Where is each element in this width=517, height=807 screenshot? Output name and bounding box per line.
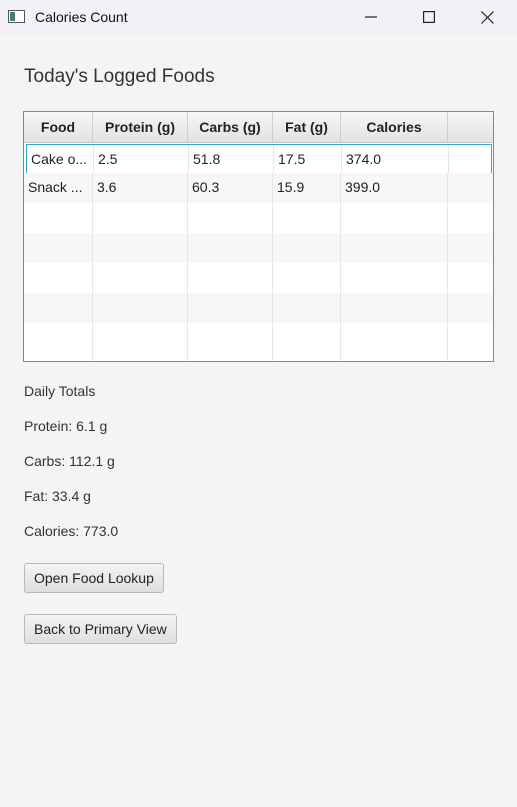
title-bar: Calories Count [0, 0, 517, 36]
empty-cell [341, 323, 448, 361]
window-title: Calories Count [35, 9, 128, 25]
empty-cell [341, 293, 448, 323]
app-icon [8, 10, 25, 23]
cell-carbs: 60.3 [188, 173, 273, 203]
cell-food: Cake o... [27, 145, 94, 173]
table-row[interactable]: Cake o... 2.5 51.8 17.5 374.0 [26, 144, 492, 174]
minimize-button[interactable] [348, 0, 394, 34]
daily-totals-title: Daily Totals [24, 383, 96, 399]
empty-table-row [24, 263, 493, 293]
page-title: Today's Logged Foods [24, 66, 215, 87]
cell-carbs: 51.8 [189, 145, 274, 173]
empty-cell [93, 293, 188, 323]
close-button[interactable] [464, 0, 510, 34]
empty-cell [93, 203, 188, 233]
empty-cell [24, 233, 93, 263]
foods-table[interactable]: Food Protein (g) Carbs (g) Fat (g) Calor… [23, 111, 494, 362]
empty-cell [273, 263, 341, 293]
empty-cell [188, 293, 273, 323]
empty-cell [24, 263, 93, 293]
empty-cell [273, 323, 341, 361]
empty-cell [188, 203, 273, 233]
protein-total: Protein: 6.1 g [24, 418, 108, 434]
column-header-protein[interactable]: Protein (g) [93, 112, 188, 142]
open-food-lookup-button[interactable]: Open Food Lookup [24, 563, 164, 593]
empty-cell [93, 263, 188, 293]
table-header: Food Protein (g) Carbs (g) Fat (g) Calor… [24, 112, 493, 143]
column-header-calories[interactable]: Calories [341, 112, 448, 142]
empty-cell [93, 323, 188, 361]
column-header-food[interactable]: Food [24, 112, 93, 142]
cell-fat: 15.9 [273, 173, 341, 203]
empty-cell [24, 323, 93, 361]
column-header-carbs[interactable]: Carbs (g) [188, 112, 273, 142]
empty-table-row [24, 233, 493, 263]
maximize-icon [423, 11, 435, 23]
empty-table-row [24, 323, 493, 361]
empty-table-row [24, 203, 493, 233]
empty-cell [341, 263, 448, 293]
empty-cell [24, 203, 93, 233]
column-header-filler [448, 112, 493, 142]
cell-calories: 399.0 [341, 173, 448, 203]
empty-cell [188, 233, 273, 263]
empty-cell [341, 233, 448, 263]
cell-filler [449, 145, 493, 173]
cell-calories: 374.0 [342, 145, 449, 173]
empty-cell [93, 233, 188, 263]
empty-cell [273, 293, 341, 323]
empty-cell [24, 293, 93, 323]
cell-filler [448, 173, 493, 203]
cell-protein: 2.5 [94, 145, 189, 173]
table-row[interactable]: Snack ... 3.6 60.3 15.9 399.0 [24, 173, 493, 203]
fat-total: Fat: 33.4 g [24, 488, 91, 504]
maximize-button[interactable] [406, 0, 452, 34]
back-to-primary-view-button[interactable]: Back to Primary View [24, 614, 177, 644]
minimize-icon [365, 16, 377, 18]
empty-table-row [24, 293, 493, 323]
cell-fat: 17.5 [274, 145, 342, 173]
column-header-fat[interactable]: Fat (g) [273, 112, 341, 142]
empty-cell [341, 203, 448, 233]
close-icon [480, 10, 494, 24]
carbs-total: Carbs: 112.1 g [24, 453, 115, 469]
empty-cell [273, 233, 341, 263]
calories-total: Calories: 773.0 [24, 523, 119, 539]
empty-cell [188, 263, 273, 293]
empty-cell [273, 203, 341, 233]
cell-protein: 3.6 [93, 173, 188, 203]
empty-cell [188, 323, 273, 361]
cell-food: Snack ... [24, 173, 93, 203]
